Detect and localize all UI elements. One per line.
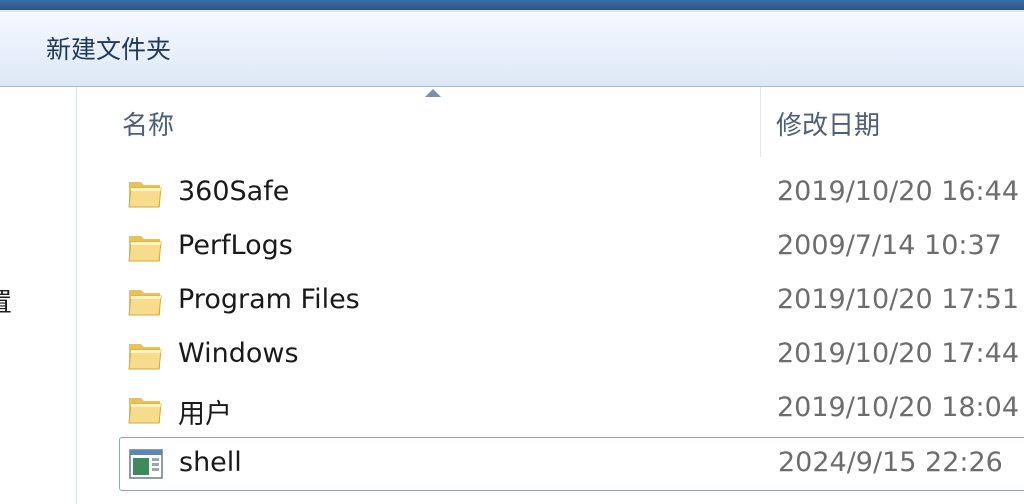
column-header-date-modified[interactable]: 修改日期 — [776, 105, 880, 142]
file-list-pane: 名称 修改日期 360Safe 2019/10/20 16:44 PerfLog… — [77, 87, 1024, 504]
file-row-360safe[interactable]: 360Safe 2019/10/20 16:44 — [119, 167, 1024, 221]
folder-icon — [127, 176, 163, 210]
file-row-shell[interactable]: shell 2024/9/15 22:26 — [119, 437, 1024, 491]
file-name: PerfLogs — [178, 230, 293, 261]
application-icon — [128, 447, 164, 481]
file-name: Program Files — [178, 284, 360, 315]
folder-icon — [127, 230, 163, 264]
sort-ascending-icon — [425, 89, 441, 97]
file-row-perflogs[interactable]: PerfLogs 2009/7/14 10:37 — [119, 221, 1024, 275]
command-bar: 新建文件夹 — [0, 12, 1024, 87]
file-date-modified: 2019/10/20 17:44 — [777, 338, 1020, 369]
file-date-modified: 2019/10/20 17:51 — [777, 284, 1020, 315]
window-title-bar — [0, 0, 1024, 10]
file-row-program-files[interactable]: Program Files 2019/10/20 17:51 — [119, 275, 1024, 329]
file-row-windows[interactable]: Windows 2019/10/20 17:44 — [119, 329, 1024, 383]
file-date-modified: 2009/7/14 10:37 — [777, 230, 1002, 261]
file-name: 用户 — [178, 399, 232, 430]
column-header-name[interactable]: 名称 — [122, 105, 174, 142]
file-name: shell — [179, 447, 242, 478]
file-name: 360Safe — [178, 176, 290, 207]
column-divider[interactable] — [760, 87, 761, 157]
file-row-users[interactable]: 用户 2019/10/20 18:04 — [119, 383, 1024, 437]
new-folder-button[interactable]: 新建文件夹 — [30, 26, 187, 70]
folder-icon — [127, 392, 163, 426]
file-date-modified: 2019/10/20 18:04 — [777, 392, 1020, 423]
file-date-modified: 2019/10/20 16:44 — [777, 176, 1020, 207]
navigation-pane: 置 — [0, 87, 77, 504]
file-date-modified: 2024/9/15 22:26 — [778, 447, 1003, 478]
nav-item-label[interactable]: 置 — [0, 282, 12, 319]
column-header: 名称 修改日期 — [77, 87, 1024, 157]
folder-icon — [127, 284, 163, 318]
file-name: Windows — [178, 338, 299, 369]
folder-icon — [127, 338, 163, 372]
